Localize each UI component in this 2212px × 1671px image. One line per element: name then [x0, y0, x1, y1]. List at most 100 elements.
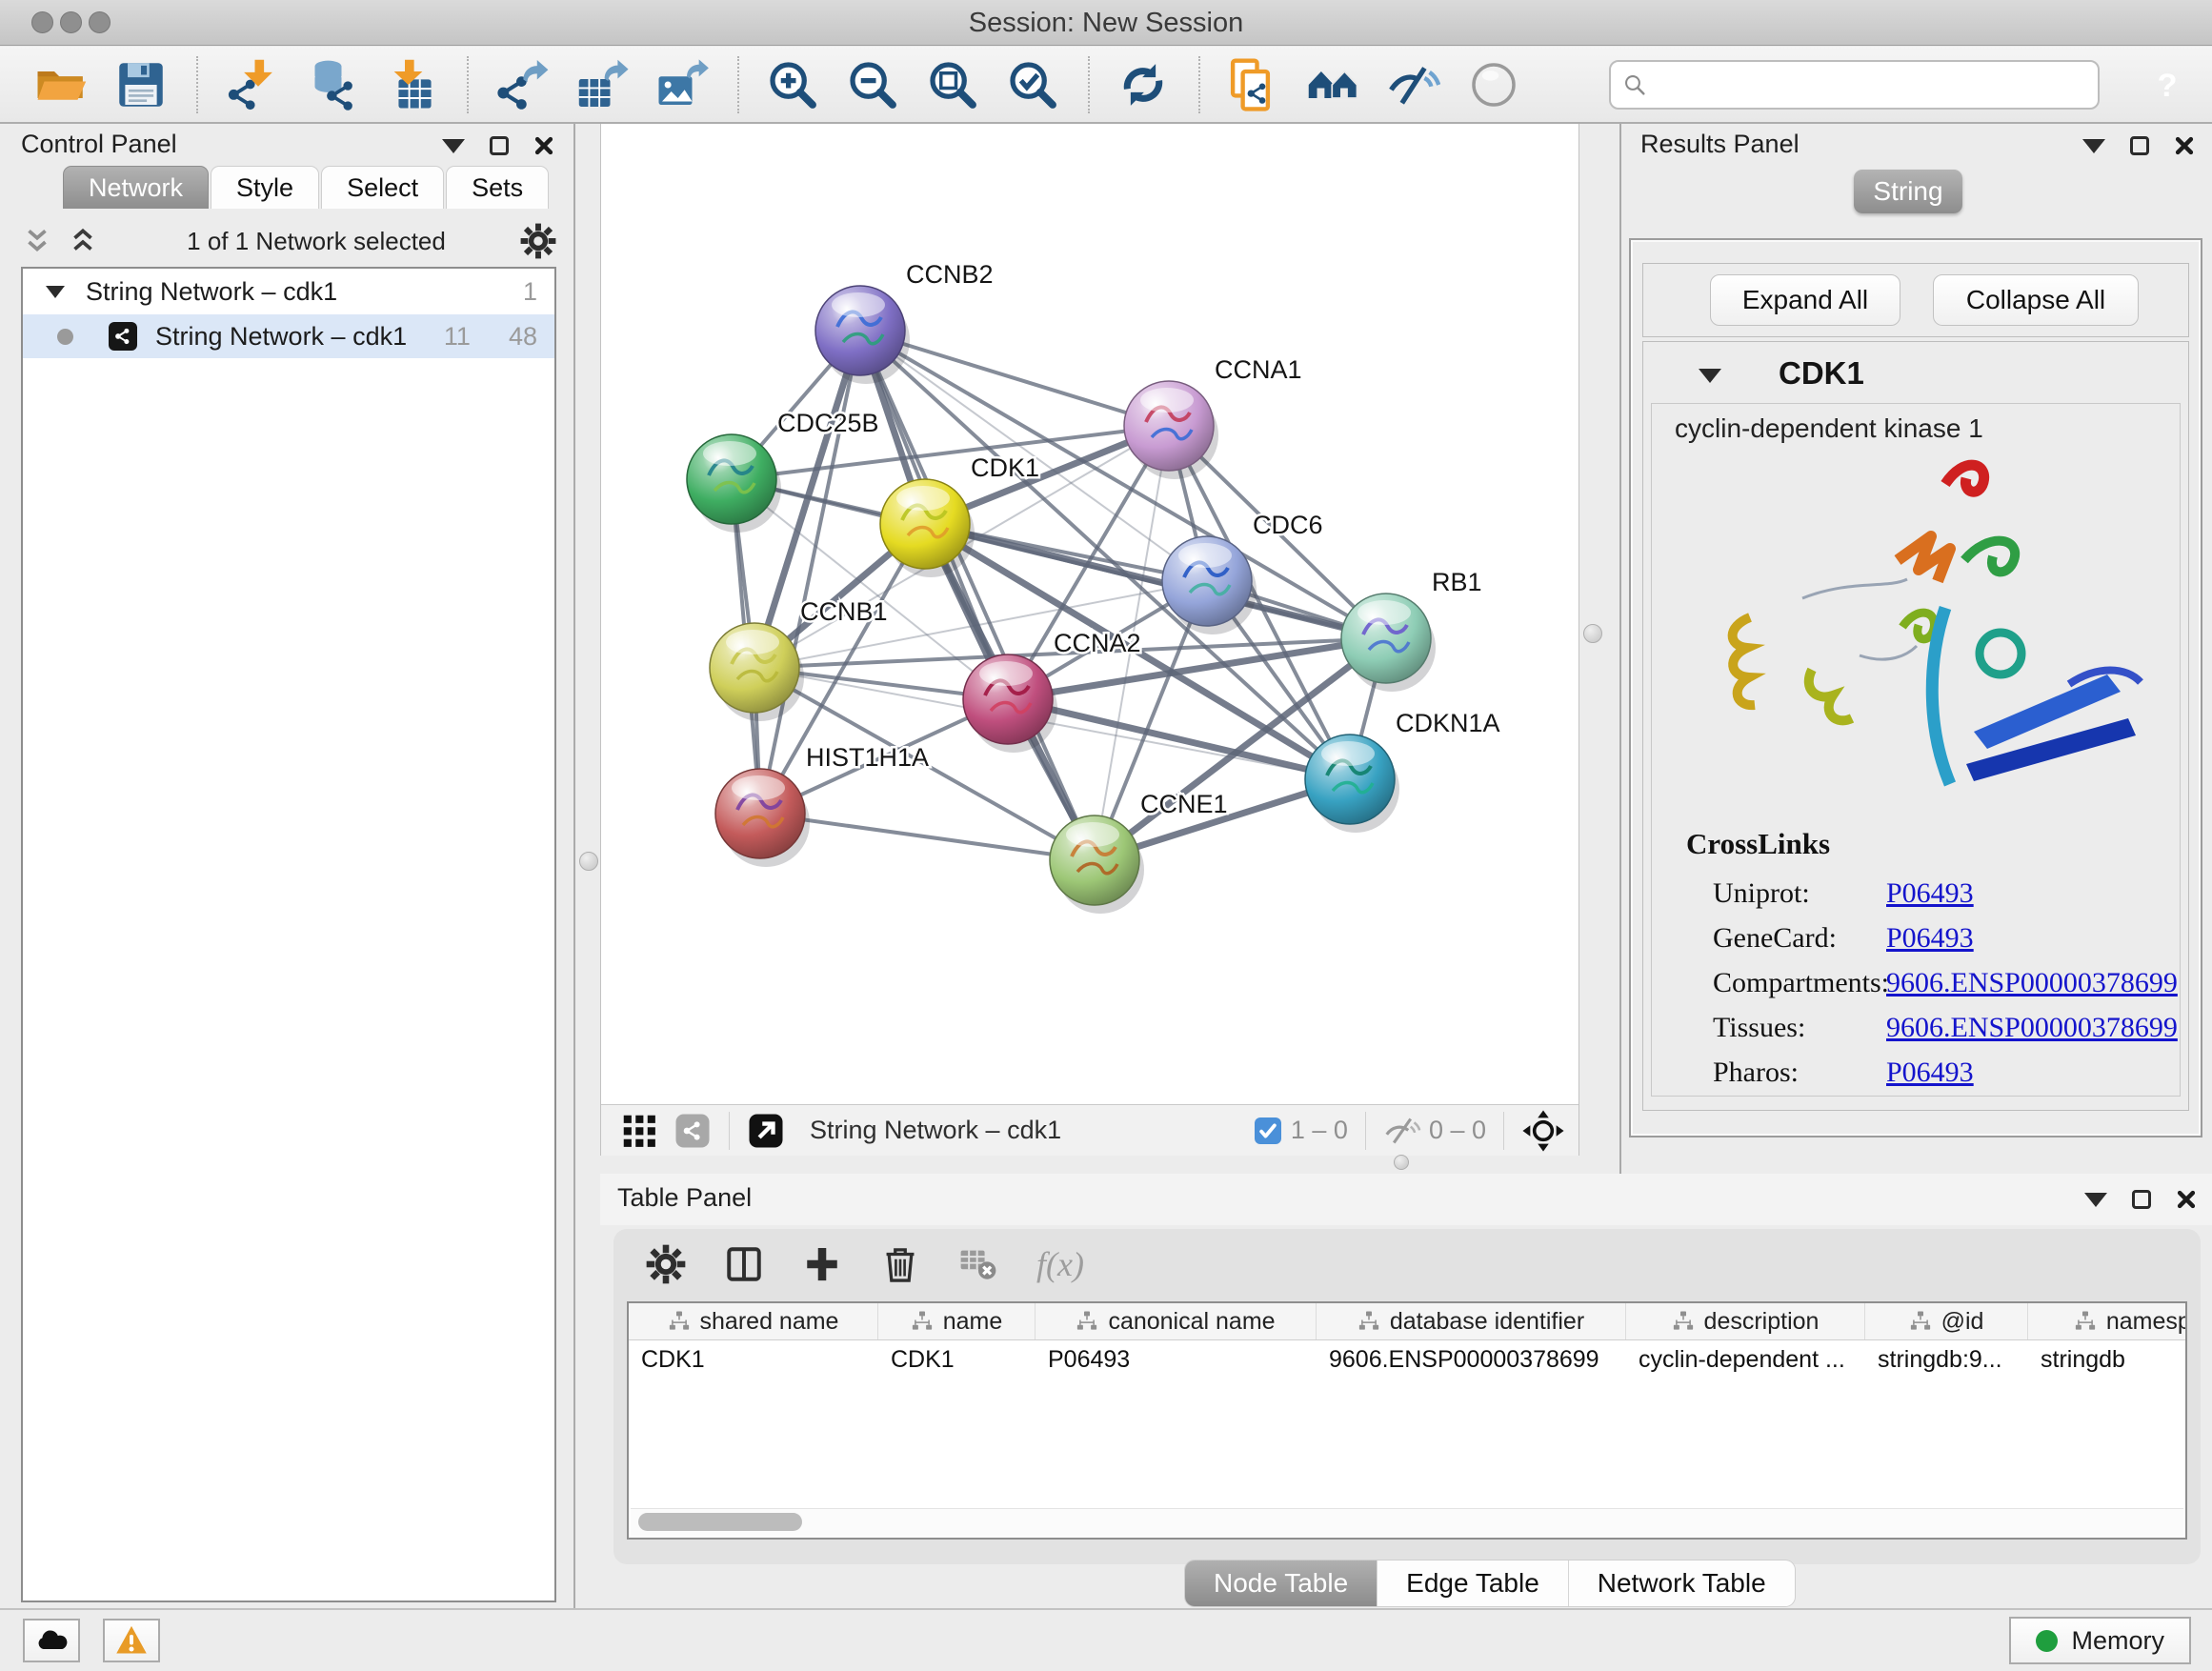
crosslink-value-link[interactable]: 9606.ENSP00000378699 — [1886, 967, 2178, 998]
tab-network[interactable]: Network — [63, 166, 209, 209]
tab-string[interactable]: String — [1854, 170, 1962, 213]
protein-expander-icon[interactable] — [1699, 369, 1721, 383]
save-session-icon[interactable] — [112, 55, 170, 114]
panel-menu-icon[interactable] — [2082, 139, 2105, 153]
show-graphics-details-icon[interactable] — [1305, 55, 1362, 114]
crosslink-value-link[interactable]: P06493 — [1886, 1057, 1974, 1088]
panel-close-icon[interactable] — [533, 135, 554, 156]
memory-button[interactable]: Memory — [2009, 1617, 2191, 1664]
crosslink-value-link[interactable]: P06493 — [1886, 877, 1974, 909]
network-node-RB1[interactable] — [1341, 594, 1436, 692]
network-from-document-icon[interactable] — [1225, 55, 1282, 114]
panel-menu-icon[interactable] — [442, 139, 465, 153]
collapse-all-button[interactable]: Collapse All — [1933, 274, 2139, 326]
import-network-from-file-icon[interactable] — [223, 55, 280, 114]
right-splitter-handle[interactable] — [1583, 624, 1602, 643]
collapse-all-icon[interactable] — [21, 225, 53, 257]
import-network-from-database-icon[interactable] — [303, 55, 360, 114]
export-table-icon[interactable] — [573, 55, 631, 114]
export-network-icon[interactable] — [493, 55, 551, 114]
crosslink-label: Pharos: — [1713, 1050, 1886, 1095]
table-cell[interactable]: CDK1 — [878, 1340, 1036, 1379]
open-session-icon[interactable] — [32, 55, 90, 114]
warnings-button[interactable] — [103, 1619, 160, 1662]
check-icon — [1258, 1121, 1277, 1140]
tab-edge-table[interactable]: Edge Table — [1377, 1560, 1569, 1606]
table-row[interactable]: CDK1CDK1P064939606.ENSP00000378699cyclin… — [629, 1340, 2185, 1379]
panel-float-icon[interactable] — [490, 136, 509, 155]
fit-selected-icon[interactable] — [1521, 1109, 1565, 1153]
panel-float-icon[interactable] — [2132, 1190, 2151, 1209]
table-cell[interactable]: 9606.ENSP00000378699 — [1317, 1340, 1626, 1379]
network-row[interactable]: String Network – cdk1 11 48 — [23, 314, 554, 358]
column-header-name[interactable]: name — [878, 1303, 1036, 1339]
network-node-HIST1H1A[interactable] — [715, 769, 810, 867]
column-header-shared-name[interactable]: shared name — [629, 1303, 878, 1339]
horizontal-scrollbar[interactable] — [631, 1508, 2183, 1536]
network-overview-icon[interactable] — [674, 1112, 712, 1150]
network-edge[interactable] — [860, 331, 1095, 860]
panel-close-icon[interactable] — [2174, 135, 2195, 156]
table-cell[interactable]: P06493 — [1036, 1340, 1317, 1379]
selected-counts: 1 – 0 — [1291, 1116, 1348, 1145]
node-table[interactable]: shared namenamecanonical namedatabase id… — [627, 1301, 2187, 1540]
network-view[interactable]: CCNB2CCNA1CDC25BCDK1CDC6RB1CCNB1CCNA2CDK… — [601, 124, 1579, 1104]
crosslink-value-link[interactable]: 9606.ENSP00000378699 — [1886, 1012, 2178, 1043]
network-node-CCNA1[interactable] — [1124, 381, 1218, 479]
expand-all-button[interactable]: Expand All — [1710, 274, 1900, 326]
collection-expander-icon[interactable] — [46, 286, 65, 298]
zoom-out-icon[interactable] — [844, 55, 901, 114]
panel-menu-icon[interactable] — [2084, 1193, 2107, 1207]
network-node-CCNB2[interactable] — [815, 286, 910, 384]
birds-eye-view-icon[interactable] — [620, 1112, 658, 1150]
table-cell[interactable]: stringdb:9... — [1865, 1340, 2028, 1379]
add-column-icon[interactable] — [802, 1244, 842, 1284]
search-input[interactable] — [1655, 69, 2098, 100]
show-columns-icon[interactable] — [724, 1244, 764, 1284]
panel-float-icon[interactable] — [2130, 136, 2149, 155]
tab-node-table[interactable]: Node Table — [1185, 1560, 1377, 1606]
delete-column-icon[interactable] — [880, 1244, 920, 1284]
goto-network-icon[interactable] — [747, 1112, 785, 1150]
table-cell[interactable]: CDK1 — [629, 1340, 878, 1379]
column-header-@id[interactable]: @id — [1865, 1303, 2028, 1339]
network-node-CDKN1A[interactable] — [1305, 735, 1399, 833]
zoom-selected-icon[interactable] — [1004, 55, 1061, 114]
network-node-CDC25B[interactable] — [687, 434, 781, 533]
column-header-namespace[interactable]: namespace — [2028, 1303, 2187, 1339]
expand-all-icon[interactable] — [67, 225, 99, 257]
cloud-button[interactable] — [23, 1619, 80, 1662]
tab-sets[interactable]: Sets — [446, 166, 549, 209]
table-cell[interactable]: cyclin-dependent ... — [1626, 1340, 1865, 1379]
column-header-canonical-name[interactable]: canonical name — [1036, 1303, 1317, 1339]
network-options-gear-icon[interactable] — [520, 223, 556, 259]
tab-style[interactable]: Style — [211, 166, 319, 209]
column-header-database-identifier[interactable]: database identifier — [1317, 1303, 1626, 1339]
network-canvas[interactable]: CCNB2CCNA1CDC25BCDK1CDC6RB1CCNB1CCNA2CDK… — [600, 124, 1579, 1156]
selected-items-checkbox[interactable] — [1255, 1117, 1281, 1144]
panel-close-icon[interactable] — [2176, 1189, 2197, 1210]
table-cell[interactable]: stringdb — [2028, 1340, 2187, 1379]
refresh-icon[interactable] — [1115, 55, 1172, 114]
network-edge[interactable] — [760, 331, 860, 814]
network-node-CCNA2[interactable] — [963, 654, 1057, 753]
bottom-splitter-handle[interactable] — [1394, 1155, 1409, 1170]
zoom-fit-icon[interactable] — [924, 55, 981, 114]
import-table-from-file-icon[interactable] — [383, 55, 440, 114]
export-image-icon[interactable] — [654, 55, 711, 114]
search-box[interactable] — [1609, 60, 2100, 110]
scrollbar-thumb[interactable] — [638, 1513, 802, 1531]
network-edge[interactable] — [760, 814, 1095, 860]
help-icon[interactable] — [2140, 57, 2195, 112]
left-splitter-handle[interactable] — [579, 852, 598, 871]
crosslink-value-link[interactable]: P06493 — [1886, 922, 1974, 954]
table-settings-icon[interactable] — [646, 1244, 686, 1284]
hide-graphics-details-icon[interactable] — [1385, 55, 1442, 114]
tab-network-table[interactable]: Network Table — [1569, 1560, 1795, 1606]
crosslink-label: Compartments: — [1713, 960, 1886, 1005]
network-node-CDK1[interactable] — [880, 479, 975, 577]
column-header-description[interactable]: description — [1626, 1303, 1865, 1339]
tab-select[interactable]: Select — [321, 166, 444, 209]
network-collection-row[interactable]: String Network – cdk1 1 — [23, 269, 554, 314]
zoom-in-icon[interactable] — [764, 55, 821, 114]
